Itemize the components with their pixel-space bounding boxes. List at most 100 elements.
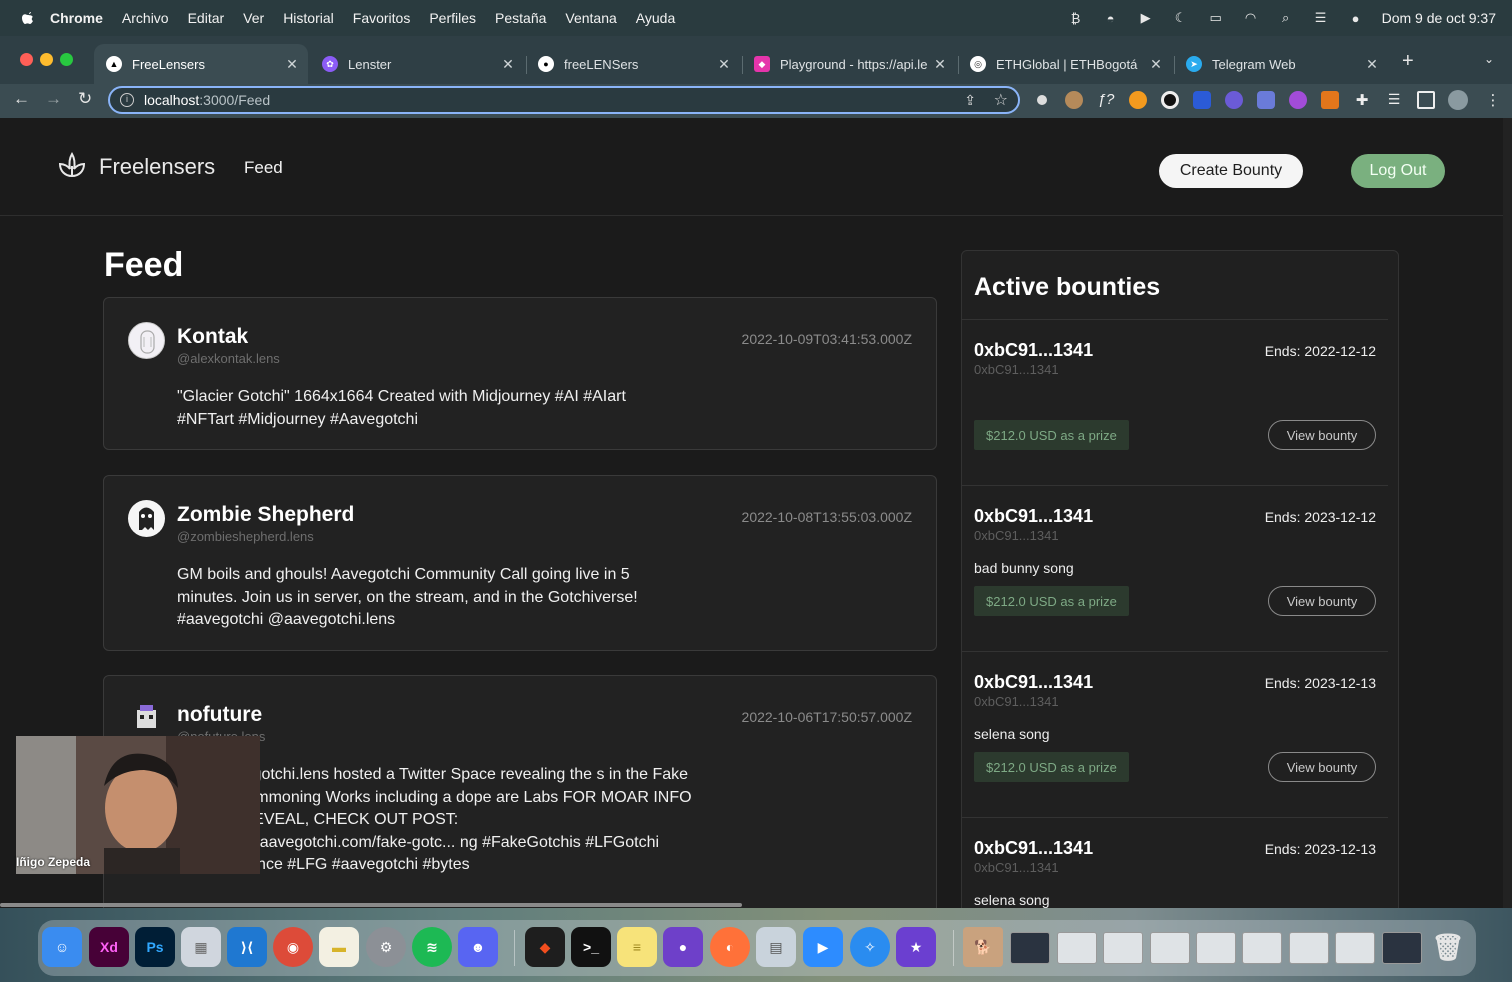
play-icon[interactable]: ▶ xyxy=(1137,10,1155,25)
tab-ethglobal[interactable]: ◎ ETHGlobal | ETHBogotá ✕ xyxy=(958,44,1172,84)
tab-lenster[interactable]: ✿ Lenster ✕ xyxy=(310,44,524,84)
post-author-handle[interactable]: @alexkontak.lens xyxy=(177,351,280,366)
control-center-icon[interactable]: ☰ xyxy=(1312,10,1330,25)
bitcoin-icon[interactable]: ₿ xyxy=(1067,11,1085,26)
safari-icon[interactable]: ✧ xyxy=(850,927,890,967)
view-bounty-button[interactable]: View bounty xyxy=(1268,420,1376,450)
menu-ayuda[interactable]: Ayuda xyxy=(636,10,675,26)
tab-telegram[interactable]: ➤ Telegram Web ✕ xyxy=(1174,44,1388,84)
extensions-puzzle-icon[interactable]: ✚ xyxy=(1353,91,1371,109)
extension-orange-icon[interactable] xyxy=(1129,91,1147,109)
trash-icon[interactable]: 🗑 xyxy=(1428,927,1468,967)
tab-freelensers[interactable]: ▲ FreeLensers ✕ xyxy=(94,44,308,84)
apple-icon[interactable] xyxy=(20,10,36,26)
brand-name[interactable]: Freelensers xyxy=(99,154,215,180)
reload-icon[interactable]: ↻ xyxy=(78,89,92,109)
battery-icon[interactable]: ▭ xyxy=(1207,10,1225,25)
extension-record-icon[interactable] xyxy=(1033,91,1051,109)
photoshop-icon[interactable]: Ps xyxy=(135,927,175,967)
menu-clock[interactable]: Dom 9 de oct 9:37 xyxy=(1382,10,1496,26)
view-bounty-button[interactable]: View bounty xyxy=(1268,586,1376,616)
imovie-icon[interactable]: ★ xyxy=(896,927,936,967)
metamask-fox-icon[interactable] xyxy=(1321,91,1339,109)
back-arrow-icon[interactable]: ← xyxy=(13,89,30,109)
extension-owl-icon[interactable] xyxy=(1065,91,1083,109)
avatar[interactable] xyxy=(128,322,165,359)
system-preferences-icon[interactable]: ⚙ xyxy=(366,927,406,967)
menu-archivo[interactable]: Archivo xyxy=(122,10,169,26)
menu-ventana[interactable]: Ventana xyxy=(565,10,616,26)
menu-perfiles[interactable]: Perfiles xyxy=(429,10,476,26)
address-bar[interactable]: i localhost:3000/Feed ⇪ ☆ xyxy=(108,86,1020,114)
tab-close-icon[interactable]: ✕ xyxy=(1362,56,1382,73)
terminal-icon[interactable]: >_ xyxy=(571,927,611,967)
extension-purple-circle-icon[interactable] xyxy=(1225,91,1243,109)
extension-blue-badge-icon[interactable] xyxy=(1193,91,1211,109)
menu-historial[interactable]: Historial xyxy=(283,10,334,26)
figma-icon[interactable]: ◆ xyxy=(525,927,565,967)
avatar[interactable] xyxy=(128,700,165,737)
site-info-icon[interactable]: i xyxy=(120,93,134,107)
zoom-icon[interactable]: ▶ xyxy=(803,927,843,967)
tab-close-icon[interactable]: ✕ xyxy=(714,56,734,73)
chrome-menu-kebab-icon[interactable]: ⋮ xyxy=(1484,91,1502,109)
window-minimize-button[interactable] xyxy=(40,53,53,66)
minimized-window-thumbnail[interactable] xyxy=(1196,932,1236,964)
window-zoom-button[interactable] xyxy=(60,53,73,66)
log-out-button[interactable]: Log Out xyxy=(1351,154,1445,188)
profile-avatar[interactable] xyxy=(1448,90,1468,110)
window-close-button[interactable] xyxy=(20,53,33,66)
extension-grid-badge-icon[interactable] xyxy=(1257,91,1275,109)
post-author-name[interactable]: Zombie Shepherd xyxy=(177,503,354,527)
moon-icon[interactable]: ☾ xyxy=(1172,10,1190,25)
siri-icon[interactable]: ● xyxy=(1347,11,1365,26)
bookmark-star-icon[interactable]: ☆ xyxy=(994,90,1008,110)
tab-github-freelensers[interactable]: ● freeLENSers ✕ xyxy=(526,44,740,84)
tab-close-icon[interactable]: ✕ xyxy=(1146,56,1166,73)
webcam-video-overlay[interactable] xyxy=(16,736,260,874)
wifi-icon[interactable]: ◠ xyxy=(1242,10,1260,25)
cloud-status-icon[interactable]: ◓ xyxy=(1102,11,1120,26)
dog-photo-thumbnail-icon[interactable]: 🐕 xyxy=(963,927,1003,967)
minimized-window-thumbnail[interactable] xyxy=(1289,932,1329,964)
menu-favoritos[interactable]: Favoritos xyxy=(353,10,411,26)
stickies-icon[interactable]: ≡ xyxy=(617,927,657,967)
firefox-icon[interactable]: ◐ xyxy=(710,927,750,967)
minimized-window-thumbnail[interactable] xyxy=(1382,932,1422,964)
minimized-window-thumbnail[interactable] xyxy=(1010,932,1050,964)
post-author-name[interactable]: nofuture xyxy=(177,703,262,727)
menu-pestana[interactable]: Pestaña xyxy=(495,10,546,26)
side-panel-icon[interactable] xyxy=(1417,91,1435,109)
vscode-icon[interactable]: ⟩⟨ xyxy=(227,927,267,967)
chrome-icon[interactable]: ◉ xyxy=(273,927,313,967)
extension-function-icon[interactable]: ƒ? xyxy=(1097,91,1115,109)
extension-eye-icon[interactable] xyxy=(1161,91,1179,109)
forward-arrow-icon[interactable]: → xyxy=(45,89,62,109)
nav-link-feed[interactable]: Feed xyxy=(244,158,283,178)
tab-playground[interactable]: ◆ Playground - https://api.le ✕ xyxy=(742,44,956,84)
discord-icon[interactable]: ☻ xyxy=(458,927,498,967)
notes-icon[interactable]: ▬ xyxy=(319,927,359,967)
menu-ver[interactable]: Ver xyxy=(243,10,264,26)
create-bounty-button[interactable]: Create Bounty xyxy=(1159,154,1303,188)
tab-search-chevron-icon[interactable]: ⌄ xyxy=(1484,52,1494,66)
menu-app-chrome[interactable]: Chrome xyxy=(50,10,103,26)
preview-icon[interactable]: ▤ xyxy=(756,927,796,967)
extension-violet-icon[interactable] xyxy=(1289,91,1307,109)
tab-close-icon[interactable]: ✕ xyxy=(282,56,302,73)
post-author-handle[interactable]: @zombieshepherd.lens xyxy=(177,529,314,544)
avatar[interactable] xyxy=(128,500,165,537)
spotlight-search-icon[interactable]: ⌕ xyxy=(1277,10,1295,25)
finder-icon[interactable]: ☺ xyxy=(42,927,82,967)
launchpad-icon[interactable]: ▦ xyxy=(181,927,221,967)
vertical-scrollbar-track[interactable] xyxy=(1503,118,1512,908)
minimized-window-thumbnail[interactable] xyxy=(1103,932,1143,964)
github-desktop-icon[interactable]: ● xyxy=(663,927,703,967)
spotify-icon[interactable]: ≋ xyxy=(412,927,452,967)
new-tab-plus-icon[interactable]: + xyxy=(1402,50,1414,73)
tab-close-icon[interactable]: ✕ xyxy=(498,56,518,73)
share-icon[interactable]: ⇪ xyxy=(964,92,976,109)
horizontal-scrollbar[interactable] xyxy=(0,903,742,907)
media-queue-icon[interactable]: ☰ xyxy=(1385,91,1403,109)
minimized-window-thumbnail[interactable] xyxy=(1057,932,1097,964)
